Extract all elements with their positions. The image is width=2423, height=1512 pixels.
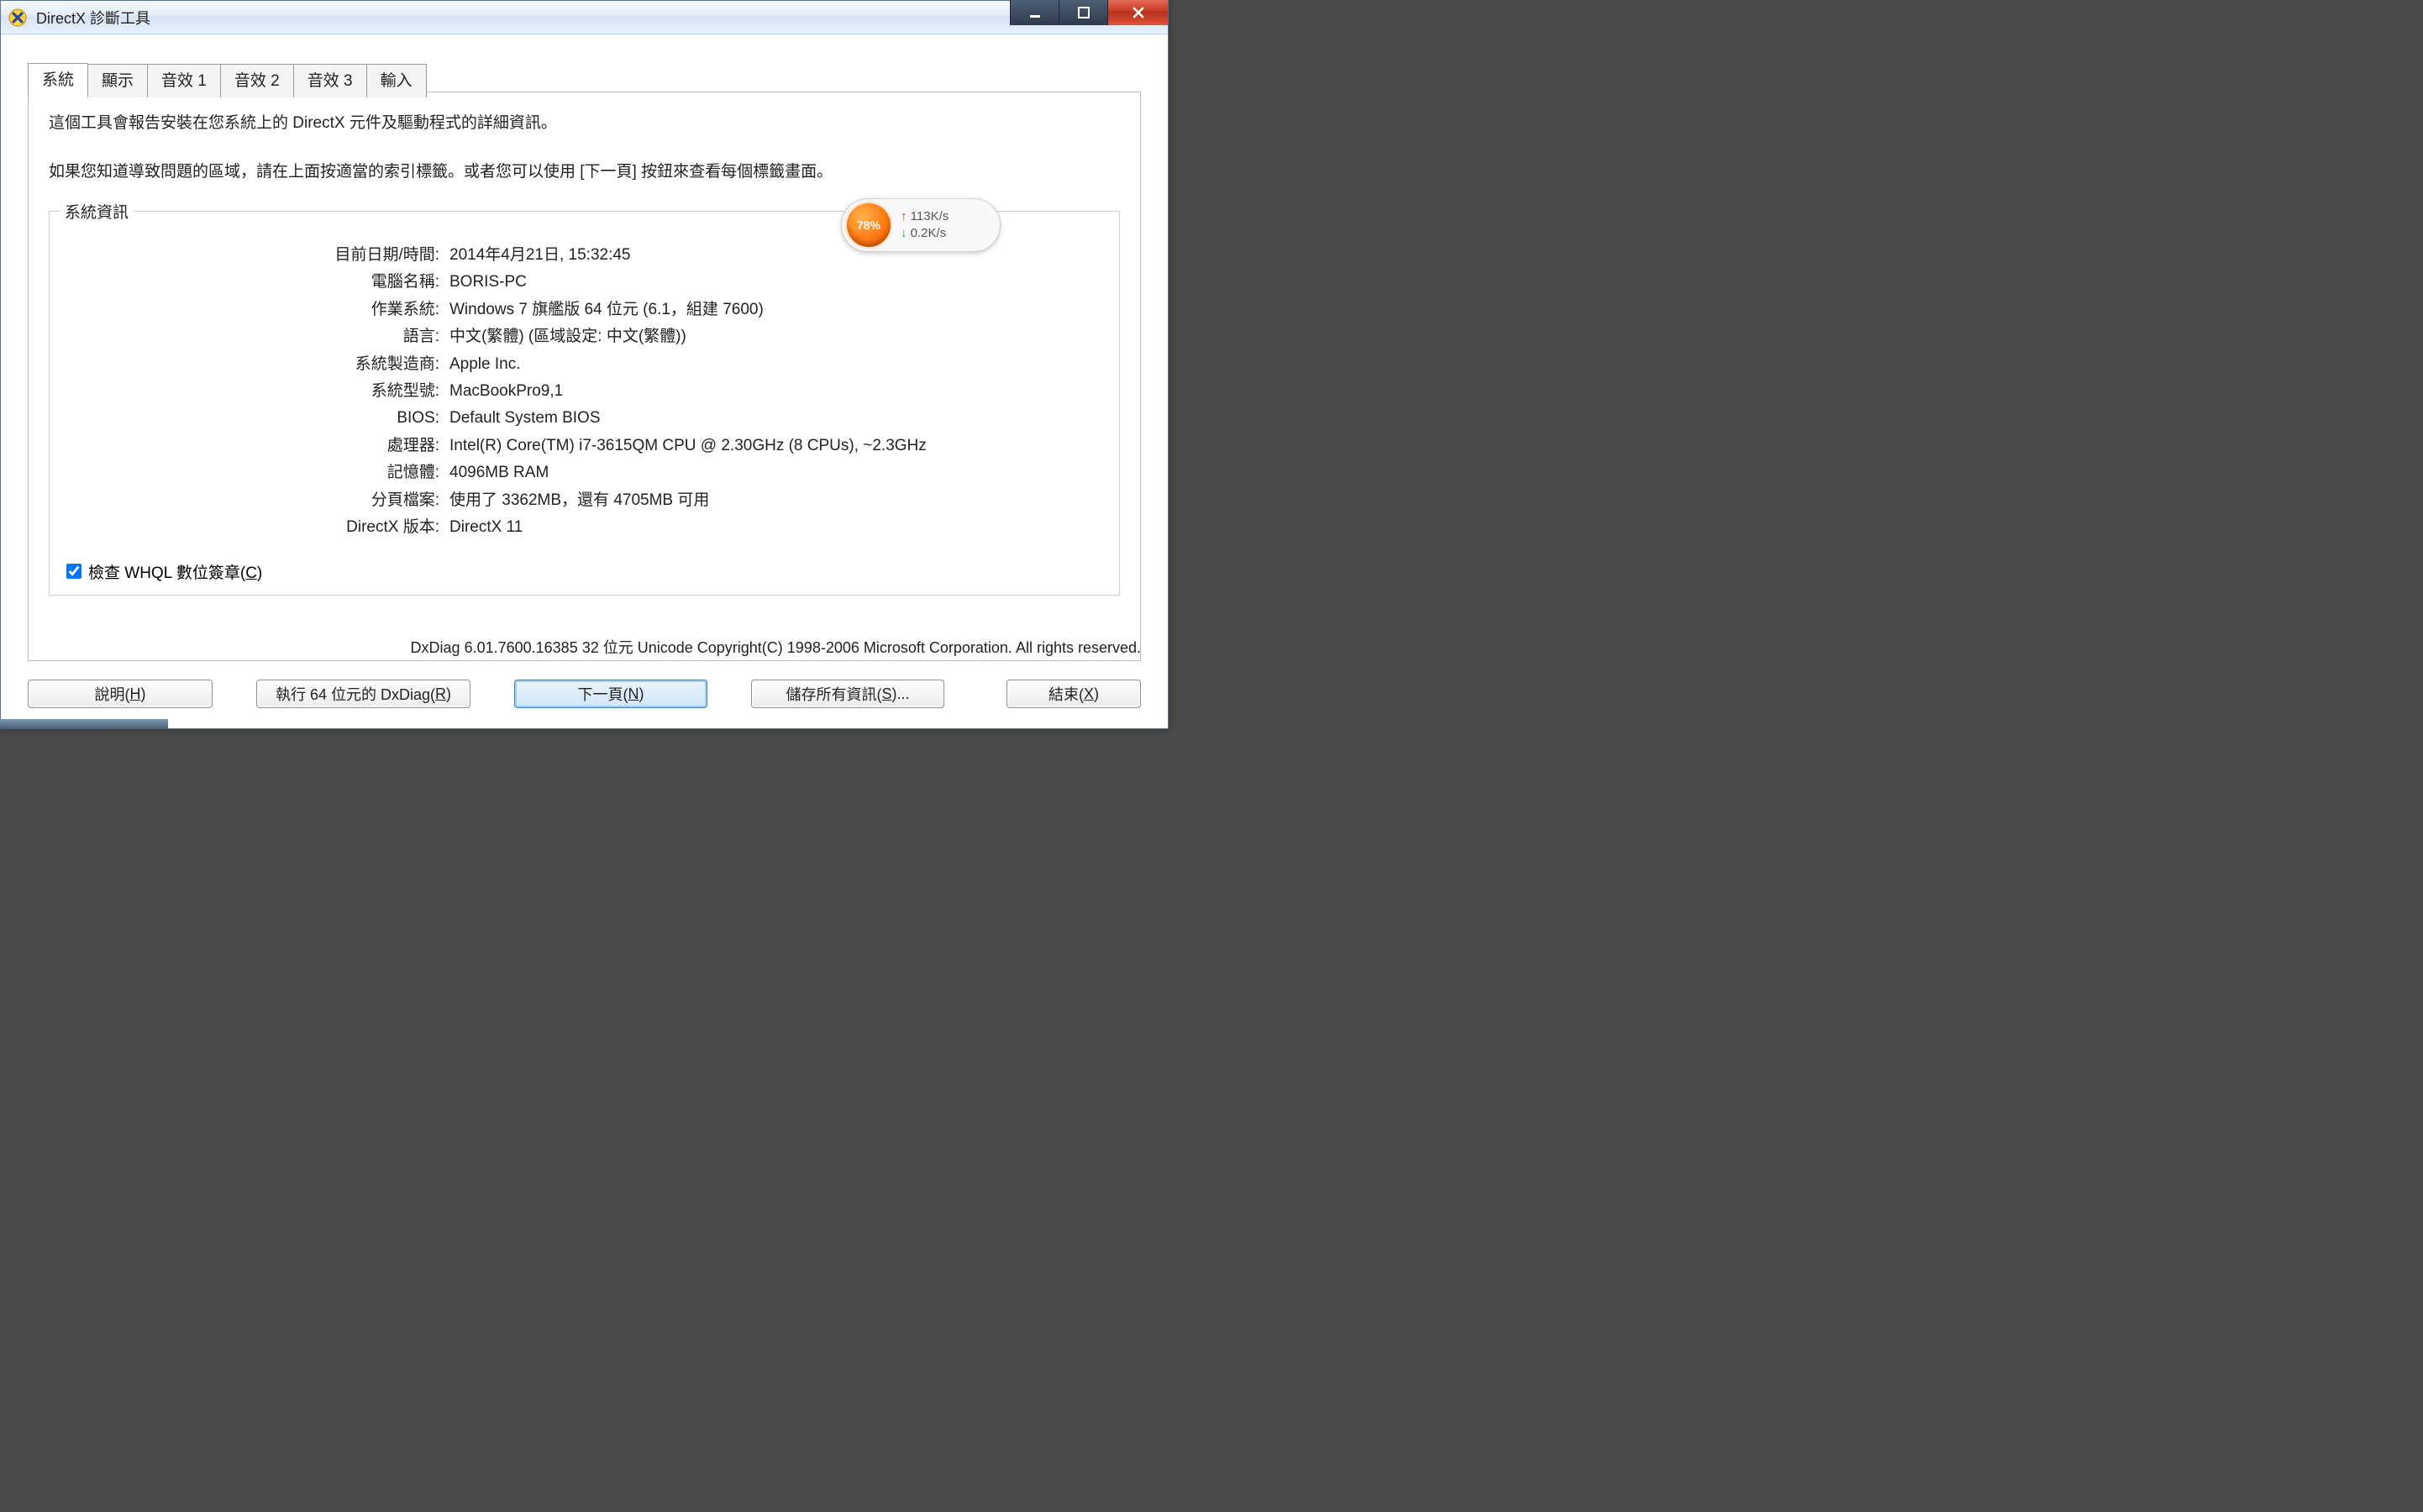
taskbar-fragment xyxy=(0,719,168,729)
close-button[interactable] xyxy=(1107,0,1168,25)
info-label: 系統型號: xyxy=(66,379,444,403)
save-all-button[interactable]: 儲存所有資訊(S)... xyxy=(751,680,944,708)
info-value: DirectX 11 xyxy=(444,515,1102,539)
info-label: DirectX 版本: xyxy=(66,515,444,539)
tab-label: 系統 xyxy=(42,71,74,89)
button-row: 說明(H) 執行 64 位元的 DxDiag(R) 下一頁(N) 儲存所有資訊(… xyxy=(28,680,1141,708)
info-value: BORIS-PC xyxy=(444,270,1102,294)
info-value: Apple Inc. xyxy=(444,352,1102,376)
info-value: 使用了 3362MB，還有 4705MB 可用 xyxy=(444,488,1102,512)
tab-strip: 系統 顯示 音效 1 音效 2 音效 3 輸入 xyxy=(28,63,426,97)
info-label: 語言: xyxy=(66,324,444,349)
info-row: 記憶體:4096MB RAM xyxy=(66,460,1102,485)
info-label: BIOS: xyxy=(66,406,444,430)
client-area: 系統 顯示 音效 1 音效 2 音效 3 輸入 這個工具會報告安裝在您系統上的 … xyxy=(9,38,1159,720)
intro-line: 如果您知道導致問題的區域，請在上面按適當的索引標籤。或者您可以使用 [下一頁] … xyxy=(49,160,1120,185)
info-label: 分頁檔案: xyxy=(66,488,444,512)
info-value: Windows 7 旗艦版 64 位元 (6.1，組建 7600) xyxy=(444,297,1102,322)
info-label: 作業系統: xyxy=(66,297,444,322)
intro-text: 這個工具會報告安裝在您系統上的 DirectX 元件及驅動程式的詳細資訊。 如果… xyxy=(49,111,1120,186)
intro-line: 這個工具會報告安裝在您系統上的 DirectX 元件及驅動程式的詳細資訊。 xyxy=(49,111,1120,136)
network-rates: 113K/s 0.2K/s xyxy=(901,208,949,243)
whql-checkbox[interactable] xyxy=(66,564,81,579)
info-value: 4096MB RAM xyxy=(444,460,1102,485)
tab-sound2[interactable]: 音效 2 xyxy=(220,64,294,97)
window-title: DirectX 診斷工具 xyxy=(36,7,1161,29)
download-rate: 0.2K/s xyxy=(901,225,949,242)
tab-label: 音效 1 xyxy=(161,72,207,90)
directx-icon xyxy=(8,8,28,28)
dxdiag-window: DirectX 診斷工具 系統 顯示 音效 1 音效 2 音效 3 輸入 這個工… xyxy=(0,0,1169,729)
info-row: DirectX 版本:DirectX 11 xyxy=(66,515,1102,539)
tab-sound1[interactable]: 音效 1 xyxy=(147,64,221,97)
help-button[interactable]: 說明(H) xyxy=(28,680,213,708)
network-meter-overlay[interactable]: 78% 113K/s 0.2K/s xyxy=(841,198,1001,252)
tab-label: 音效 2 xyxy=(234,72,280,90)
exit-button[interactable]: 結束(X) xyxy=(1007,680,1141,708)
info-value: 中文(繁體) (區域設定: 中文(繁體)) xyxy=(444,324,1102,349)
copyright-line: DxDiag 6.01.7600.16385 32 位元 Unicode Cop… xyxy=(28,636,1141,658)
system-info-group: 系統資訊 目前日期/時間:2014年4月21日, 15:32:45電腦名稱:BO… xyxy=(49,211,1120,596)
info-label: 目前日期/時間: xyxy=(66,243,444,267)
info-label: 系統製造商: xyxy=(66,352,444,376)
upload-rate: 113K/s xyxy=(901,208,949,225)
info-row: 系統製造商:Apple Inc. xyxy=(66,352,1102,376)
info-value: Default System BIOS xyxy=(444,406,1102,430)
info-value: Intel(R) Core(TM) i7-3615QM CPU @ 2.30GH… xyxy=(444,433,1102,458)
tab-label: 輸入 xyxy=(381,72,413,90)
info-row: 分頁檔案:使用了 3362MB，還有 4705MB 可用 xyxy=(66,488,1102,512)
info-label: 處理器: xyxy=(66,433,444,458)
info-row: 作業系統:Windows 7 旗艦版 64 位元 (6.1，組建 7600) xyxy=(66,297,1102,322)
info-row: 語言:中文(繁體) (區域設定: 中文(繁體)) xyxy=(66,324,1102,349)
next-page-button[interactable]: 下一頁(N) xyxy=(514,680,707,708)
info-label: 記憶體: xyxy=(66,460,444,485)
tab-display[interactable]: 顯示 xyxy=(87,64,148,97)
whql-label: 檢查 WHQL 數位簽章(C) xyxy=(88,560,262,583)
tab-label: 音效 3 xyxy=(307,72,353,90)
whql-check-row: 檢查 WHQL 數位簽章(C) xyxy=(66,560,1102,583)
tab-system[interactable]: 系統 xyxy=(28,63,88,97)
run-64bit-button[interactable]: 執行 64 位元的 DxDiag(R) xyxy=(256,680,470,708)
info-row: BIOS:Default System BIOS xyxy=(66,406,1102,430)
info-value: 2014年4月21日, 15:32:45 xyxy=(444,243,1102,267)
tab-label: 顯示 xyxy=(102,72,134,90)
info-row: 系統型號:MacBookPro9,1 xyxy=(66,379,1102,403)
tab-input[interactable]: 輸入 xyxy=(366,64,427,97)
info-row: 處理器:Intel(R) Core(TM) i7-3615QM CPU @ 2.… xyxy=(66,433,1102,458)
group-legend: 系統資訊 xyxy=(60,200,134,223)
title-bar[interactable]: DirectX 診斷工具 xyxy=(1,1,1168,34)
info-value: MacBookPro9,1 xyxy=(444,379,1102,403)
gauge-icon: 78% xyxy=(847,203,891,247)
tab-sound3[interactable]: 音效 3 xyxy=(293,64,367,97)
info-row: 電腦名稱:BORIS-PC xyxy=(66,270,1102,294)
minimize-button[interactable] xyxy=(1010,0,1059,25)
maximize-button[interactable] xyxy=(1059,0,1107,25)
info-label: 電腦名稱: xyxy=(66,270,444,294)
caption-buttons xyxy=(1010,0,1168,25)
tab-panel-system: 這個工具會報告安裝在您系統上的 DirectX 元件及驅動程式的詳細資訊。 如果… xyxy=(28,92,1141,661)
